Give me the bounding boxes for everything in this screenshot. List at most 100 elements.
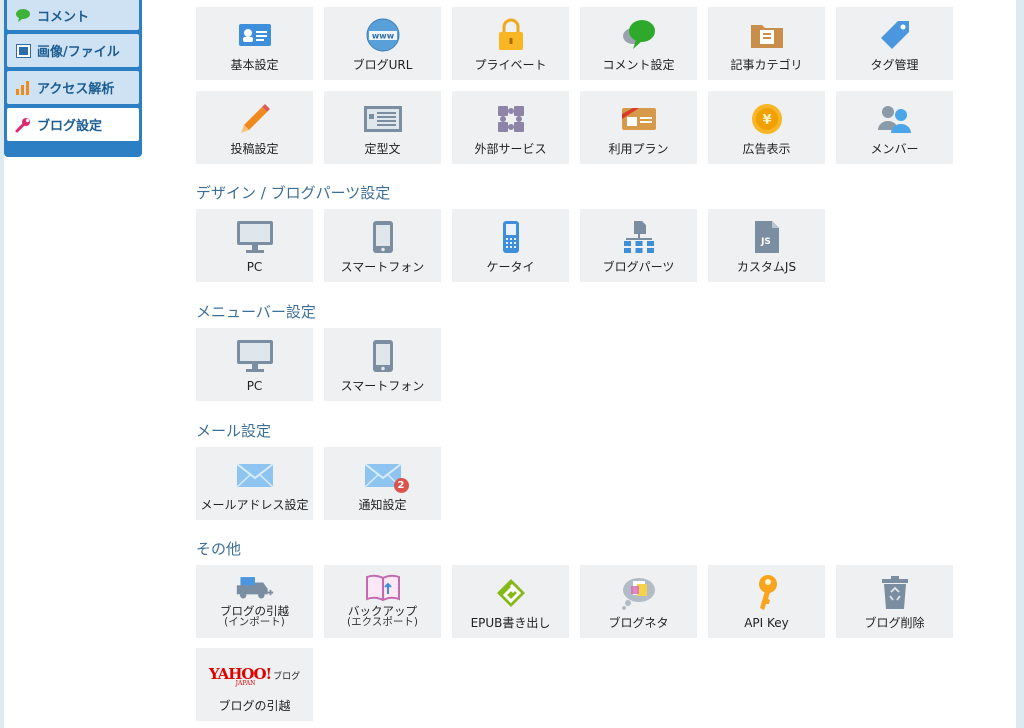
section-title: メール設定 [196, 422, 272, 440]
www-globe-icon: www [363, 17, 403, 53]
puzzle-icon [491, 101, 531, 137]
tile-label: PC [246, 260, 263, 274]
tile-label: プライベート [474, 58, 547, 72]
tile-post-settings[interactable]: 投稿設定 [196, 91, 313, 164]
moving-truck-icon [235, 573, 275, 603]
tile-blog-url[interactable]: www ブログURL [324, 7, 441, 80]
tile-label: ブログの引越 [218, 699, 291, 713]
tile-menubar-smartphone[interactable]: スマートフォン [324, 328, 441, 401]
tile-label: PC [246, 379, 263, 393]
key-icon [747, 575, 787, 611]
tile-tag-management[interactable]: タグ管理 [836, 7, 953, 80]
feature-phone-icon [491, 219, 531, 255]
design-section: デザイン / ブログパーツ設定 PC スマートフォン ケータイ ブログパーツ J… [196, 183, 956, 282]
sidebar-item-comment[interactable]: コメント [7, 0, 139, 30]
tile-design-pc[interactable]: PC [196, 209, 313, 282]
tile-label: 記事カテゴリ [730, 58, 803, 72]
tag-icon [875, 17, 915, 53]
tile-api-key[interactable]: API Key [708, 565, 825, 638]
tile-notification-settings[interactable]: 2 通知設定 [324, 447, 441, 520]
tile-label: ブログ削除 [864, 616, 925, 630]
basic-settings-section: 基本設定 www ブログURL プライベート コメント設定 記事カテゴリ タグ管… [196, 7, 956, 164]
wrench-icon [15, 117, 31, 133]
tile-yahoo-blog-import[interactable]: YAHOO! ブログ JAPAN ブログの引越 [196, 648, 313, 721]
section-title: その他 [196, 540, 242, 558]
section-title: デザイン / ブログパーツ設定 [196, 184, 391, 202]
js-badge-text: JS [760, 237, 771, 247]
tile-label: 定型文 [364, 142, 401, 156]
svg-text:¥: ¥ [762, 113, 771, 128]
tile-mail-address[interactable]: メールアドレス設定 [196, 447, 313, 520]
tile-label: 基本設定 [230, 58, 279, 72]
sidebar-item-label: 画像/ファイル [37, 45, 120, 60]
tile-menubar-pc[interactable]: PC [196, 328, 313, 401]
blog-neta-icon [619, 575, 659, 611]
tile-design-mobile[interactable]: ケータイ [452, 209, 569, 282]
sidebar: コメント 画像/ファイル アクセス解析 ブログ設定 [4, 0, 142, 157]
tile-basic-settings[interactable]: 基本設定 [196, 7, 313, 80]
image-file-icon [15, 43, 31, 59]
envelope-notify-icon: 2 [363, 457, 409, 493]
tile-blog-export[interactable]: バックアップ (エクスポート) [324, 565, 441, 638]
smartphone-icon [363, 338, 403, 374]
members-icon [875, 101, 915, 137]
tile-blog-import[interactable]: ブログの引越 (インポート) [196, 565, 313, 638]
tile-label: コメント設定 [602, 58, 675, 72]
epub-icon [491, 575, 531, 611]
tile-design-smartphone[interactable]: スマートフォン [324, 209, 441, 282]
sidebar-item-label: ブログ設定 [37, 119, 103, 134]
tile-label: タグ管理 [870, 58, 919, 72]
trash-icon [875, 575, 915, 611]
tile-comment-settings[interactable]: コメント設定 [580, 7, 697, 80]
tile-blog-delete[interactable]: ブログ削除 [836, 565, 953, 638]
template-doc-icon [363, 101, 403, 137]
tile-label: ケータイ [486, 260, 535, 274]
js-file-icon: JS [747, 219, 787, 255]
yahoo-logo-small: JAPAN [235, 680, 256, 687]
sidebar-item-analytics[interactable]: アクセス解析 [7, 71, 139, 104]
tile-design-blog-parts[interactable]: ブログパーツ [580, 209, 697, 282]
other-section: その他 ブログの引越 (インポート) バックアップ (エクスポート) EPUB書… [196, 539, 966, 721]
bar-chart-icon [15, 80, 31, 96]
sidebar-item-blog-settings[interactable]: ブログ設定 [7, 108, 139, 141]
tile-design-custom-js[interactable]: JS カスタムJS [708, 209, 825, 282]
tile-label: メールアドレス設定 [200, 498, 309, 512]
tile-blog-neta[interactable]: ブログネタ [580, 565, 697, 638]
envelope-icon [235, 457, 275, 493]
monitor-icon [235, 338, 275, 374]
sidebar-item-label: アクセス解析 [37, 82, 115, 97]
tile-ad-display[interactable]: ¥ 広告表示 [708, 91, 825, 164]
speech-bubble-icon [619, 17, 659, 53]
yahoo-logo-sub: ブログ [273, 672, 301, 682]
sidebar-item-image-file[interactable]: 画像/ファイル [7, 34, 139, 67]
tile-members[interactable]: メンバー [836, 91, 953, 164]
sidebar-panel: コメント 画像/ファイル アクセス解析 ブログ設定 [4, 0, 142, 157]
tile-epub-export[interactable]: EPUB書き出し [452, 565, 569, 638]
tile-label: カスタムJS [736, 260, 797, 274]
comment-icon [15, 7, 31, 23]
tile-private[interactable]: プライベート [452, 7, 569, 80]
tile-label: ブログネタ [608, 616, 669, 630]
tile-label: 外部サービス [474, 142, 547, 156]
tile-article-category[interactable]: 記事カテゴリ [708, 7, 825, 80]
plan-card-icon [619, 101, 659, 137]
id-card-icon [235, 17, 275, 53]
tile-label: 投稿設定 [230, 142, 279, 156]
yen-coin-icon: ¥ [747, 101, 787, 137]
folder-icon [747, 17, 787, 53]
tile-label: 広告表示 [742, 142, 791, 156]
padlock-icon [491, 17, 531, 53]
backup-book-icon [363, 573, 403, 603]
menubar-section: メニューバー設定 PC スマートフォン [196, 302, 956, 401]
blog-parts-icon [619, 219, 659, 255]
tile-label: 通知設定 [358, 498, 407, 512]
pencil-icon [235, 101, 275, 137]
tile-usage-plan[interactable]: 利用プラン [580, 91, 697, 164]
mail-section: メール設定 メールアドレス設定 2 通知設定 [196, 421, 956, 520]
tile-external-services[interactable]: 外部サービス [452, 91, 569, 164]
tile-sublabel: (インポート) [224, 616, 285, 628]
tile-fixed-phrases[interactable]: 定型文 [324, 91, 441, 164]
tile-label: API Key [744, 616, 789, 630]
tile-label: スマートフォン [340, 379, 425, 393]
tile-label: 利用プラン [608, 142, 669, 156]
